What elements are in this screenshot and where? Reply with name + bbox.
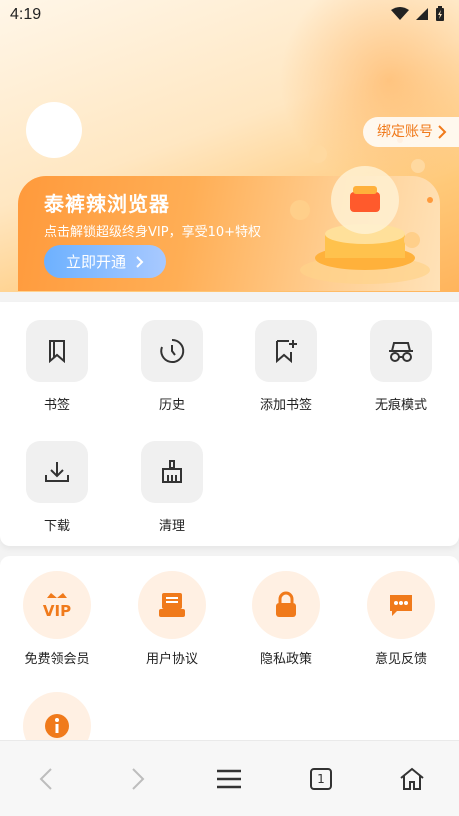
tabs-button[interactable]: 1 <box>303 761 339 797</box>
tile <box>26 441 88 503</box>
activate-vip-button[interactable]: 立即开通 <box>44 245 166 278</box>
tile <box>367 571 435 639</box>
status-icons <box>391 6 445 22</box>
service-item-free-vip[interactable]: VIP 免费领会员 <box>7 571 107 667</box>
back-button[interactable] <box>28 761 64 797</box>
add-bookmark-icon <box>276 340 297 364</box>
service-item-feedback[interactable]: 意见反馈 <box>351 571 451 667</box>
tile <box>255 320 317 382</box>
menu-button[interactable] <box>211 761 247 797</box>
activate-vip-label: 立即开通 <box>65 253 126 271</box>
bind-account-label: 绑定账号 <box>377 124 433 140</box>
service-item-label: 意见反馈 <box>374 652 427 667</box>
quick-item-label: 历史 <box>158 398 185 413</box>
incognito-icon <box>389 342 413 362</box>
wifi-icon <box>391 7 409 20</box>
info-icon <box>45 714 69 738</box>
bind-account-button[interactable]: 绑定账号 <box>363 117 459 147</box>
avatar[interactable] <box>26 102 82 158</box>
home-button[interactable] <box>394 761 430 797</box>
tile <box>252 571 320 639</box>
service-menu-card: VIP 免费领会员 用户协议 隐私政策 意见反馈 <box>0 556 459 746</box>
lock-icon <box>276 591 296 617</box>
home-icon <box>400 767 424 790</box>
svg-text:VIP: VIP <box>43 602 71 620</box>
service-item-label: 用户协议 <box>145 652 198 667</box>
broom-icon <box>162 460 182 483</box>
status-time: 4:19 <box>10 6 42 23</box>
app-title: 泰裤辣浏览器 <box>44 192 170 216</box>
forward-icon <box>132 768 145 790</box>
service-item-label: 隐私政策 <box>259 652 312 667</box>
quick-item-label: 书签 <box>43 398 70 413</box>
tile <box>138 571 206 639</box>
quick-item-add-bookmark[interactable]: 添加书签 <box>236 320 336 413</box>
tile <box>23 692 91 746</box>
quick-item-label: 清理 <box>158 519 185 534</box>
quick-item-clean[interactable]: 清理 <box>122 441 222 534</box>
forward-button[interactable] <box>120 761 156 797</box>
bottom-navigation: 1 <box>0 740 459 816</box>
service-item-label: 免费领会员 <box>24 652 90 667</box>
vip-gift-illustration <box>290 137 433 284</box>
quick-item-incognito[interactable]: 无痕模式 <box>351 320 451 413</box>
service-item-privacy-policy[interactable]: 隐私政策 <box>236 571 336 667</box>
profile-header: 4:19 绑定账号 泰裤辣浏览器 点击解锁超级终身VIP，享受10+特权 立即开… <box>0 0 459 292</box>
tile <box>141 441 203 503</box>
download-icon <box>45 462 69 482</box>
quick-item-label: 添加书签 <box>259 398 312 413</box>
quick-menu-card: 书签 历史 添加书签 无痕模式 下载 清理 <box>0 302 459 546</box>
service-item-about[interactable] <box>7 692 107 746</box>
vip-subtitle: 点击解锁超级终身VIP，享受10+特权 <box>44 225 262 240</box>
tile <box>26 320 88 382</box>
history-icon <box>160 338 185 363</box>
tabs-icon: 1 <box>310 768 332 790</box>
chevron-right-icon <box>136 255 144 268</box>
tile <box>141 320 203 382</box>
chat-icon <box>390 595 412 616</box>
bookmark-icon <box>49 340 65 363</box>
tile: VIP <box>23 571 91 639</box>
vip-crown-icon: VIP <box>43 593 71 620</box>
quick-item-label: 下载 <box>43 519 70 534</box>
signal-icon <box>416 8 428 20</box>
quick-item-history[interactable]: 历史 <box>122 320 222 413</box>
quick-item-download[interactable]: 下载 <box>7 441 107 534</box>
quick-item-label: 无痕模式 <box>374 398 427 413</box>
chevron-right-icon <box>438 125 447 139</box>
quick-item-bookmarks[interactable]: 书签 <box>7 320 107 413</box>
service-item-user-agreement[interactable]: 用户协议 <box>122 571 222 667</box>
battery-icon <box>436 6 444 21</box>
document-icon <box>159 593 185 617</box>
back-icon <box>39 768 52 790</box>
status-bar: 4:19 <box>0 0 459 32</box>
menu-icon <box>217 769 241 789</box>
tile <box>370 320 432 382</box>
